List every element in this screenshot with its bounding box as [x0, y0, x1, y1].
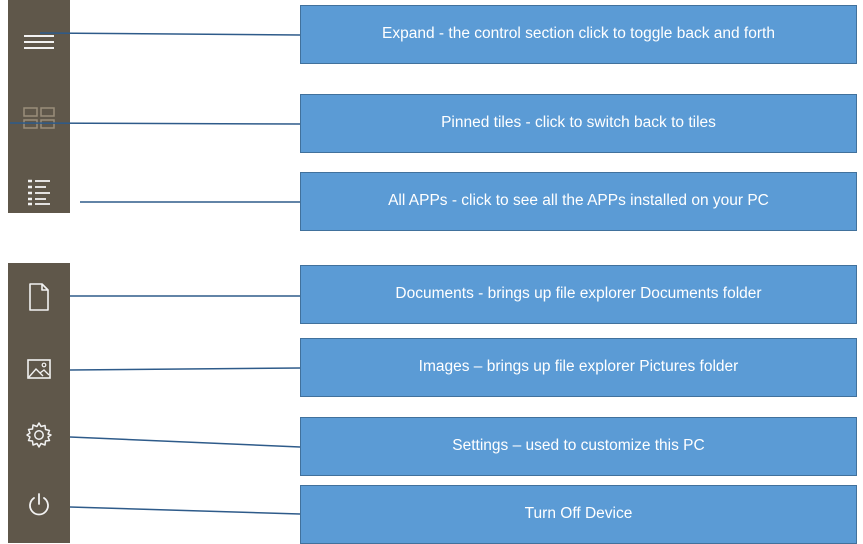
document-icon[interactable] — [8, 277, 70, 317]
callout-documents: Documents - brings up file explorer Docu… — [300, 265, 857, 324]
leader-line-images — [69, 367, 301, 371]
list-icon[interactable] — [8, 172, 70, 212]
callout-settings-text: Settings – used to customize this PC — [452, 437, 705, 455]
callout-power: Turn Off Device — [300, 485, 857, 544]
leader-line-settings — [69, 436, 301, 448]
hamburger-menu-icon[interactable] — [8, 22, 70, 62]
callout-pinned-tiles-text: Pinned tiles - click to switch back to t… — [441, 114, 716, 132]
callout-power-text: Turn Off Device — [524, 505, 633, 523]
callout-expand-text: Expand - the control section click to to… — [382, 25, 775, 43]
image-icon[interactable] — [8, 349, 70, 389]
callout-all-apps: All APPs - click to see all the APPs ins… — [300, 172, 857, 231]
tiles-icon[interactable] — [8, 98, 70, 138]
callout-expand: Expand - the control section click to to… — [300, 5, 857, 64]
leader-line-expand — [39, 32, 301, 36]
callout-documents-text: Documents - brings up file explorer Docu… — [395, 285, 762, 303]
callout-pinned-tiles: Pinned tiles - click to switch back to t… — [300, 94, 857, 153]
callout-images-text: Images – brings up file explorer Picture… — [418, 358, 739, 376]
callout-all-apps-text: All APPs - click to see all the APPs ins… — [388, 192, 769, 210]
callout-images: Images – brings up file explorer Picture… — [300, 338, 857, 397]
callout-settings: Settings – used to customize this PC — [300, 417, 857, 476]
power-icon[interactable] — [8, 485, 70, 525]
leader-line-power — [69, 506, 301, 515]
gear-icon[interactable] — [8, 415, 70, 455]
